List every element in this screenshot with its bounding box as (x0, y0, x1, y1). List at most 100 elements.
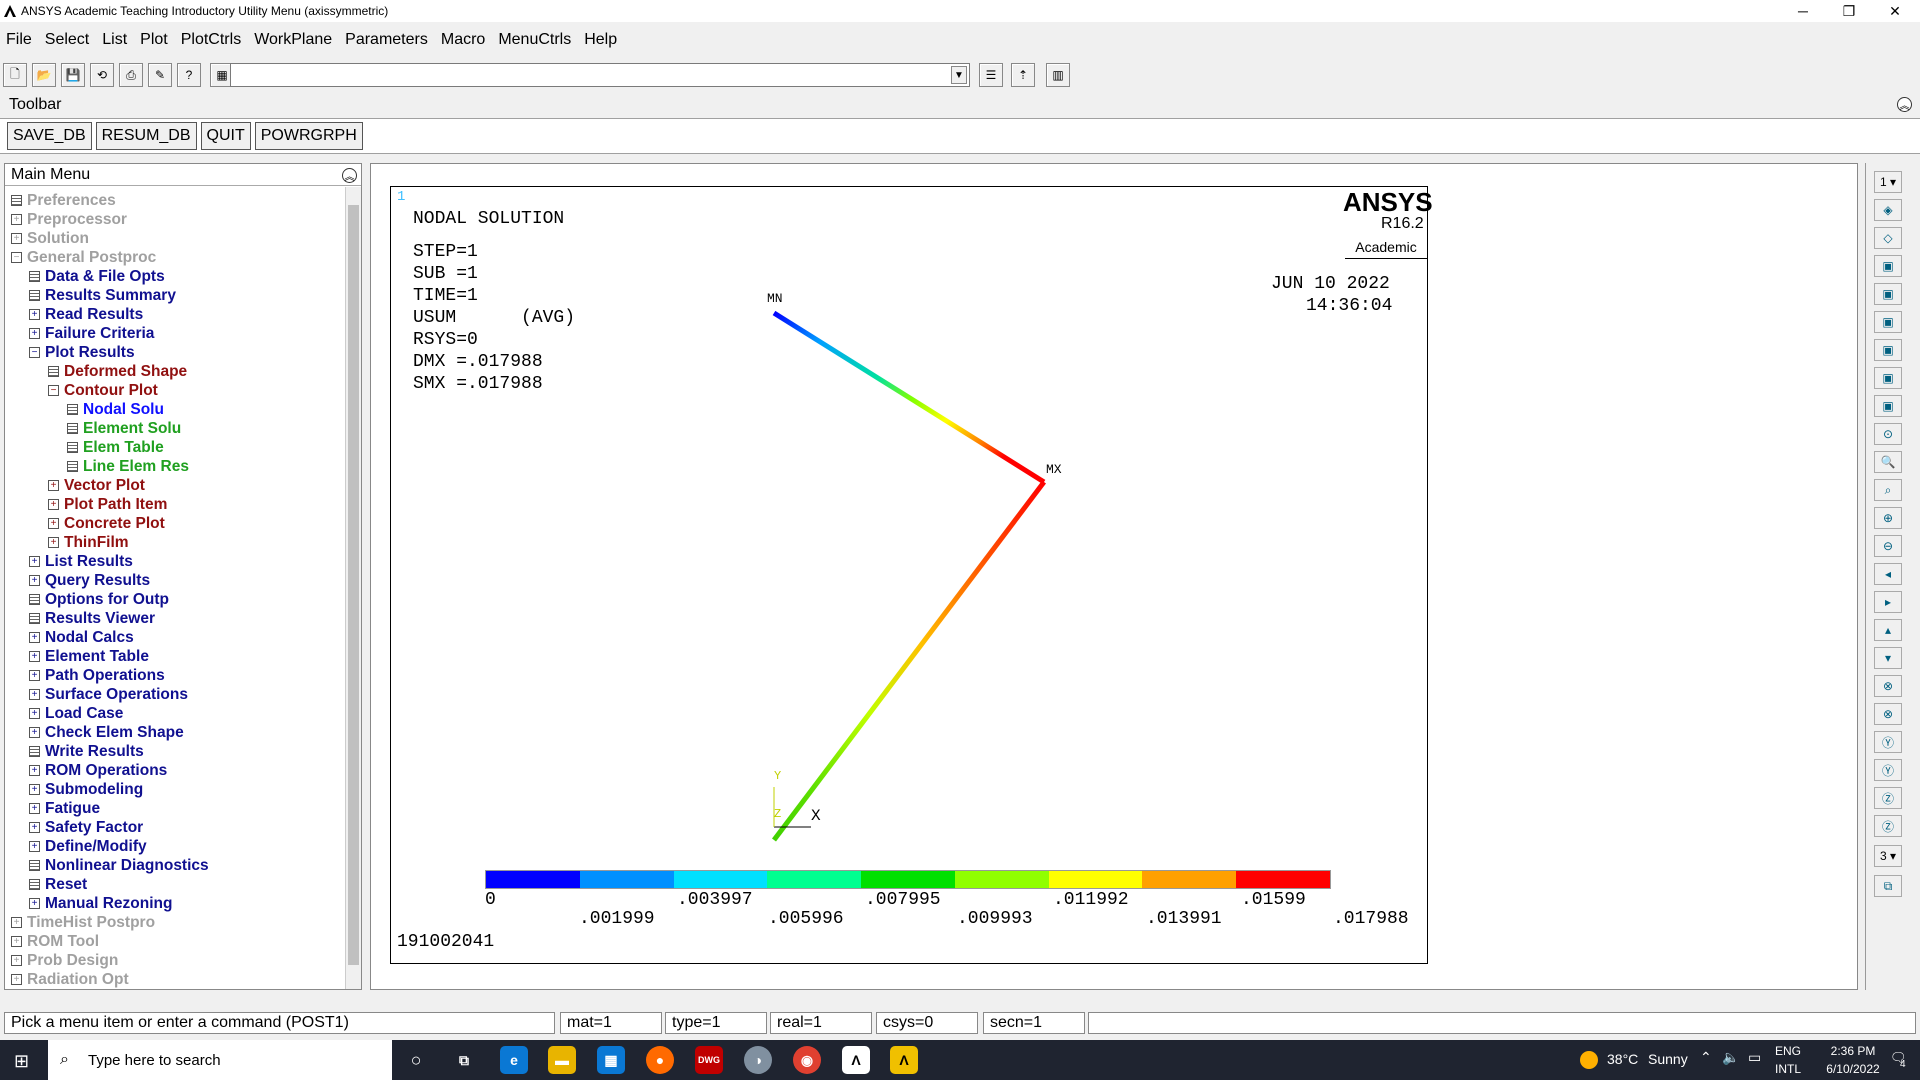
pan-right-icon[interactable]: ▸ (1874, 591, 1902, 613)
rotate-x-plus-icon[interactable]: ⊗ (1874, 675, 1902, 697)
menu-plotctrls[interactable]: PlotCtrls (181, 31, 241, 49)
menu-file[interactable]: File (6, 31, 32, 49)
report-icon[interactable]: ✎ (148, 63, 172, 87)
print-icon[interactable]: ⎙ (119, 63, 143, 87)
tree-item[interactable]: + Read Results (5, 305, 345, 324)
tree-item[interactable]: + Element Table (5, 647, 345, 666)
tree-item[interactable]: + Prob Design (5, 951, 345, 970)
left-view-icon[interactable]: ▣ (1874, 367, 1902, 389)
app-icon[interactable]: ◑ (744, 1046, 772, 1074)
back-view-icon[interactable]: ▣ (1874, 283, 1902, 305)
zoom-box-icon[interactable]: ⌕ (1874, 479, 1902, 501)
tree-item[interactable]: + ROM Operations (5, 761, 345, 780)
clock-time[interactable]: 2:36 PM (1818, 1044, 1888, 1058)
pan-up-icon[interactable]: ▴ (1874, 619, 1902, 641)
tree-item[interactable]: Nodal Solu (5, 400, 345, 419)
tree-item[interactable]: + Manual Rezoning (5, 894, 345, 913)
main-menu-scrollbar[interactable] (345, 187, 361, 989)
quit-button[interactable]: QUIT (200, 122, 251, 150)
firefox-icon[interactable]: ● (646, 1046, 674, 1074)
top-view-icon[interactable]: ▣ (1874, 311, 1902, 333)
tree-item[interactable]: Elem Table (5, 438, 345, 457)
tree-item[interactable]: + Failure Criteria (5, 324, 345, 343)
help-icon[interactable]: ? (177, 63, 201, 87)
pan-down-icon[interactable]: ▾ (1874, 647, 1902, 669)
tree-item[interactable]: − Plot Results (5, 343, 345, 362)
tree-item[interactable]: + List Results (5, 552, 345, 571)
tree-item[interactable]: − Contour Plot (5, 381, 345, 400)
ansys-launcher-icon[interactable]: Λ (842, 1046, 870, 1074)
zoom-fit-icon[interactable]: ⊙ (1874, 423, 1902, 445)
close-button[interactable]: ✕ (1872, 0, 1918, 22)
menu-macro[interactable]: Macro (441, 31, 485, 49)
volume-icon[interactable]: 🔈 (1722, 1049, 1739, 1066)
save-icon[interactable]: 💾 (61, 63, 85, 87)
tree-item[interactable]: + Solution (5, 229, 345, 248)
zoom-out-icon[interactable]: ⊖ (1874, 535, 1902, 557)
tree-item[interactable]: + Plot Path Item (5, 495, 345, 514)
rate-select-dropdown[interactable]: 3 ▾ (1874, 845, 1902, 867)
chrome-icon[interactable]: ◉ (793, 1046, 821, 1074)
oblique-view-icon[interactable]: ◇ (1874, 227, 1902, 249)
tree-item[interactable]: + Submodeling (5, 780, 345, 799)
raise-hidden-icon[interactable]: ⇡ (1011, 63, 1035, 87)
rotate-y-plus-icon[interactable]: Ⓨ (1874, 731, 1902, 753)
tree-item[interactable]: Nonlinear Diagnostics (5, 856, 345, 875)
tree-item[interactable]: + Safety Factor (5, 818, 345, 837)
edge-icon[interactable]: e (500, 1046, 528, 1074)
tree-item[interactable]: Preferences (5, 191, 345, 210)
window-select-dropdown[interactable]: 1 ▾ (1874, 171, 1902, 193)
collapse-toolbar-icon[interactable]: ︽ (1897, 97, 1912, 112)
save-db-button[interactable]: SAVE_DB (7, 122, 92, 150)
tree-item[interactable]: Line Elem Res (5, 457, 345, 476)
resume-db-button[interactable]: RESUM_DB (95, 122, 197, 150)
tree-item[interactable]: Deformed Shape (5, 362, 345, 381)
language-label[interactable]: ENG (1775, 1044, 1801, 1058)
tray-chevron-icon[interactable]: ⌃ (1700, 1049, 1712, 1066)
collapse-main-menu-icon[interactable]: ︽ (342, 168, 357, 183)
menu-plot[interactable]: Plot (140, 31, 168, 49)
tree-item[interactable]: − General Postproc (5, 248, 345, 267)
rotate-x-minus-icon[interactable]: ⊗ (1874, 703, 1902, 725)
tree-item[interactable]: + Preprocessor (5, 210, 345, 229)
tree-item[interactable]: Results Summary (5, 286, 345, 305)
pan-left-icon[interactable]: ◂ (1874, 563, 1902, 585)
scrollbar-thumb[interactable] (348, 205, 359, 965)
cortana-icon[interactable]: ○ (402, 1046, 430, 1074)
pan-zoom-icon[interactable]: ⟲ (90, 63, 114, 87)
tree-item[interactable]: + Radiation Opt (5, 970, 345, 989)
chevron-down-icon[interactable]: ▼ (951, 66, 967, 84)
tree-item[interactable]: Reset (5, 875, 345, 894)
tree-item[interactable]: + Vector Plot (5, 476, 345, 495)
menu-list[interactable]: List (102, 31, 127, 49)
rotate-z-plus-icon[interactable]: Ⓩ (1874, 787, 1902, 809)
ansys-active-icon[interactable]: Λ (890, 1046, 918, 1074)
network-icon[interactable]: ▭ (1748, 1049, 1761, 1066)
command-input[interactable]: ▼ (230, 63, 970, 87)
tree-item[interactable]: Write Results (5, 742, 345, 761)
tree-item[interactable]: + Define/Modify (5, 837, 345, 856)
tree-item[interactable]: Options for Outp (5, 590, 345, 609)
menu-help[interactable]: Help (584, 31, 617, 49)
taskbar-search[interactable]: ⌕ Type here to search (48, 1040, 392, 1080)
weather-sun-icon[interactable] (1580, 1051, 1598, 1069)
tree-item[interactable]: + ROM Tool (5, 932, 345, 951)
zoom-icon[interactable]: 🔍 (1874, 451, 1902, 473)
dwg-icon[interactable]: DWG (695, 1046, 723, 1074)
menu-menuctrls[interactable]: MenuCtrls (498, 31, 571, 49)
dynamic-mode-icon[interactable]: ⧉ (1874, 875, 1902, 897)
windows-start-icon[interactable]: ⊞ (14, 1051, 29, 1072)
new-file-icon[interactable]: 🗋 (3, 63, 27, 87)
contact-manager-icon[interactable]: ▥ (1046, 63, 1070, 87)
file-explorer-icon[interactable]: ▬ (548, 1046, 576, 1074)
front-view-icon[interactable]: ▣ (1874, 255, 1902, 277)
tree-item[interactable]: Results Viewer (5, 609, 345, 628)
zoom-in-icon[interactable]: ⊕ (1874, 507, 1902, 529)
tree-item[interactable]: Element Solu (5, 419, 345, 438)
rotate-y-minus-icon[interactable]: Ⓨ (1874, 759, 1902, 781)
keyboard-label[interactable]: INTL (1775, 1062, 1801, 1076)
tree-item[interactable]: + Nodal Calcs (5, 628, 345, 647)
powrgrph-button[interactable]: POWRGRPH (254, 122, 363, 150)
open-file-icon[interactable]: 📂 (32, 63, 56, 87)
tree-item[interactable]: + Fatigue (5, 799, 345, 818)
